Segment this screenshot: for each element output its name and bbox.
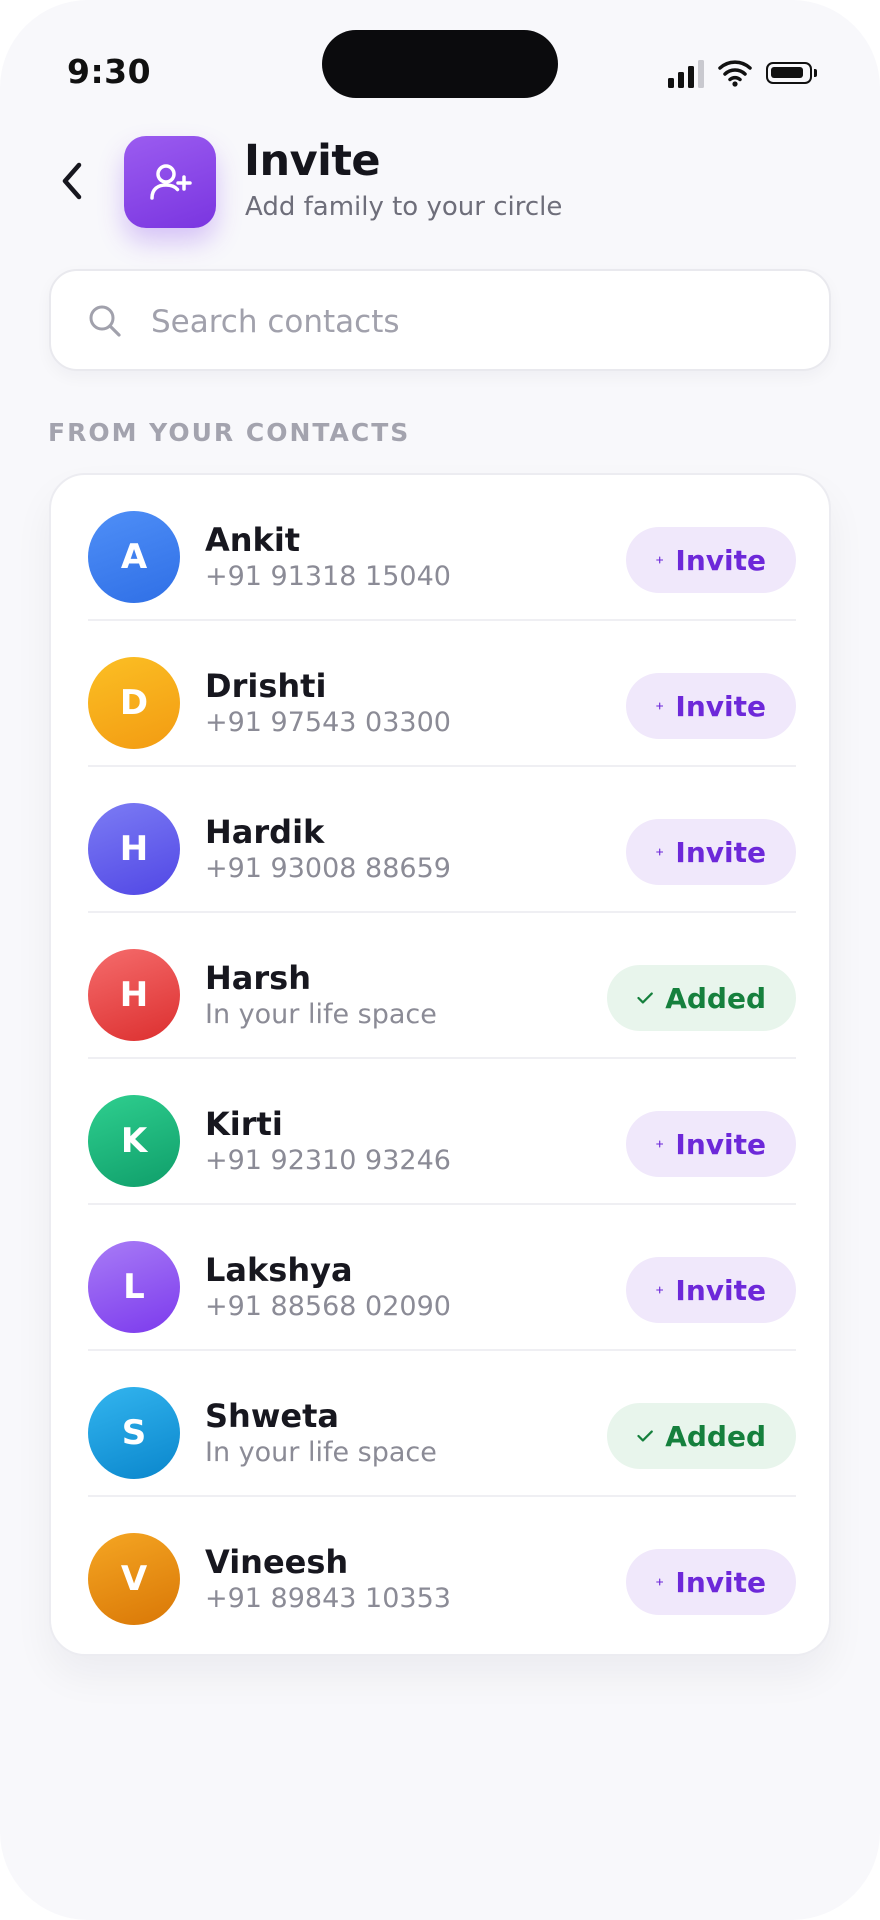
check-icon xyxy=(637,992,653,1004)
contact-name: Vineesh xyxy=(205,1543,349,1581)
contact-name: Harsh xyxy=(205,959,311,997)
contact-row: S Shweta In your life space Added xyxy=(88,1351,796,1497)
invite-button-label: Invite xyxy=(675,689,766,723)
avatar: D xyxy=(88,657,180,749)
avatar: S xyxy=(88,1387,180,1479)
plus-icon xyxy=(656,1578,664,1586)
cellular-signal-icon xyxy=(668,58,704,88)
dynamic-island xyxy=(322,30,558,98)
contact-row: H Hardik +91 93008 88659 Invite xyxy=(88,767,796,913)
search-bar[interactable] xyxy=(49,269,831,371)
search-icon xyxy=(89,305,121,337)
contact-status: In your life space xyxy=(205,999,437,1030)
invite-button[interactable]: Invite xyxy=(626,673,796,739)
plus-icon xyxy=(656,702,664,710)
contact-row: L Lakshya +91 88568 02090 Invite xyxy=(88,1205,796,1351)
avatar: H xyxy=(88,803,180,895)
invite-button[interactable]: Invite xyxy=(626,527,796,593)
contact-phone: +91 89843 10353 xyxy=(205,1583,451,1614)
contact-name: Shweta xyxy=(205,1397,339,1435)
contact-name: Drishti xyxy=(205,667,327,705)
page-title: Invite xyxy=(244,136,381,186)
contact-name: Lakshya xyxy=(205,1251,353,1289)
section-heading: FROM YOUR CONTACTS xyxy=(48,418,411,447)
chevron-left-icon xyxy=(62,162,82,200)
avatar: L xyxy=(88,1241,180,1333)
avatar: A xyxy=(88,511,180,603)
invite-button-label: Invite xyxy=(675,1273,766,1307)
contact-phone: +91 93008 88659 xyxy=(205,853,451,884)
added-button[interactable]: Added xyxy=(607,965,796,1031)
contact-row: V Vineesh +91 89843 10353 Invite xyxy=(88,1497,796,1643)
back-button[interactable] xyxy=(52,158,92,204)
invite-button-label: Invite xyxy=(675,835,766,869)
search-input[interactable] xyxy=(149,293,793,351)
status-icons xyxy=(668,56,817,90)
invite-button-label: Invite xyxy=(675,1127,766,1161)
invite-button[interactable]: Invite xyxy=(626,1111,796,1177)
added-button-label: Added xyxy=(665,1419,766,1453)
added-button[interactable]: Added xyxy=(607,1403,796,1469)
contact-name: Ankit xyxy=(205,521,301,559)
contacts-card: A Ankit +91 91318 15040 Invite D Drishti… xyxy=(49,473,831,1656)
plus-icon xyxy=(656,556,664,564)
check-icon xyxy=(637,1430,653,1442)
invite-app-icon xyxy=(124,136,216,228)
invite-button-label: Invite xyxy=(675,1565,766,1599)
phone-screen: 9:30 Invite Add family to your circle Se… xyxy=(0,0,880,1920)
contact-row: H Harsh In your life space Added xyxy=(88,913,796,1059)
added-button-label: Added xyxy=(665,981,766,1015)
status-time: 9:30 xyxy=(67,52,152,91)
plus-icon xyxy=(656,848,664,856)
avatar: K xyxy=(88,1095,180,1187)
contact-name: Kirti xyxy=(205,1105,283,1143)
plus-icon xyxy=(656,1286,664,1294)
invite-button-label: Invite xyxy=(675,543,766,577)
page-subtitle: Add family to your circle xyxy=(245,192,563,222)
contact-row: K Kirti +91 92310 93246 Invite xyxy=(88,1059,796,1205)
user-plus-icon xyxy=(150,164,192,200)
avatar: V xyxy=(88,1533,180,1625)
plus-icon xyxy=(656,1140,664,1148)
contact-phone: +91 88568 02090 xyxy=(205,1291,451,1322)
contact-status: In your life space xyxy=(205,1437,437,1468)
invite-button[interactable]: Invite xyxy=(626,1257,796,1323)
avatar: H xyxy=(88,949,180,1041)
contact-row: A Ankit +91 91318 15040 Invite xyxy=(88,475,796,621)
contact-row: D Drishti +91 97543 03300 Invite xyxy=(88,621,796,767)
invite-button[interactable]: Invite xyxy=(626,1549,796,1615)
contact-phone: +91 97543 03300 xyxy=(205,707,451,738)
contact-phone: +91 92310 93246 xyxy=(205,1145,451,1176)
contact-phone: +91 91318 15040 xyxy=(205,561,451,592)
invite-button[interactable]: Invite xyxy=(626,819,796,885)
wifi-icon xyxy=(718,60,752,87)
battery-icon xyxy=(766,62,817,84)
contact-name: Hardik xyxy=(205,813,325,851)
